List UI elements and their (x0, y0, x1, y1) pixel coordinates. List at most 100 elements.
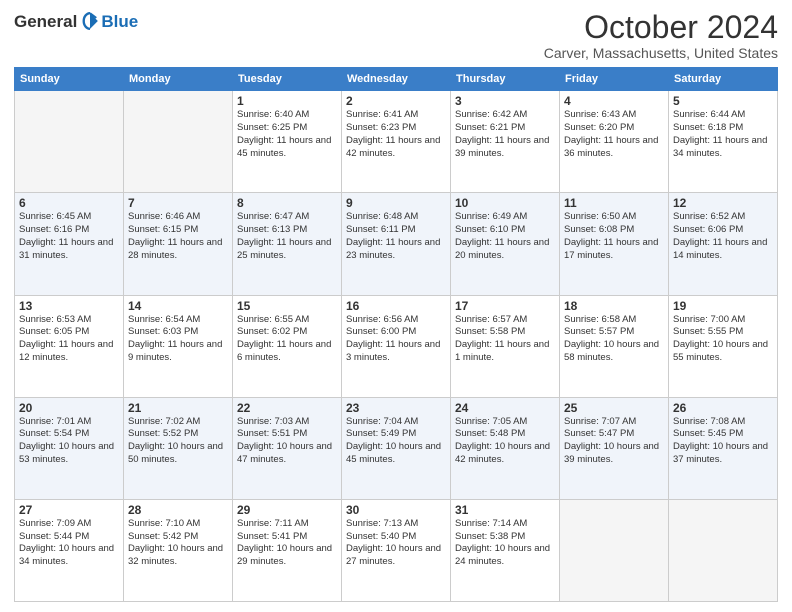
day-number: 15 (237, 299, 337, 313)
day-number: 24 (455, 401, 555, 415)
day-detail: Sunrise: 7:07 AMSunset: 5:47 PMDaylight:… (564, 416, 664, 467)
location: Carver, Massachusetts, United States (544, 45, 778, 61)
calendar-day-cell: 5Sunrise: 6:44 AMSunset: 6:18 PMDaylight… (669, 91, 778, 193)
day-detail: Sunrise: 7:00 AMSunset: 5:55 PMDaylight:… (673, 314, 773, 365)
day-number: 6 (19, 196, 119, 210)
calendar-day-cell: 10Sunrise: 6:49 AMSunset: 6:10 PMDayligh… (451, 193, 560, 295)
day-detail: Sunrise: 7:11 AMSunset: 5:41 PMDaylight:… (237, 518, 337, 569)
calendar-week-row: 13Sunrise: 6:53 AMSunset: 6:05 PMDayligh… (15, 295, 778, 397)
logo-area: General Blue (14, 10, 138, 32)
day-detail: Sunrise: 7:02 AMSunset: 5:52 PMDaylight:… (128, 416, 228, 467)
day-number: 20 (19, 401, 119, 415)
day-detail: Sunrise: 6:53 AMSunset: 6:05 PMDaylight:… (19, 314, 119, 365)
day-number: 17 (455, 299, 555, 313)
day-detail: Sunrise: 7:10 AMSunset: 5:42 PMDaylight:… (128, 518, 228, 569)
day-detail: Sunrise: 6:42 AMSunset: 6:21 PMDaylight:… (455, 109, 555, 160)
day-detail: Sunrise: 7:08 AMSunset: 5:45 PMDaylight:… (673, 416, 773, 467)
calendar-col-header: Monday (124, 68, 233, 91)
day-number: 8 (237, 196, 337, 210)
day-detail: Sunrise: 7:09 AMSunset: 5:44 PMDaylight:… (19, 518, 119, 569)
day-detail: Sunrise: 6:45 AMSunset: 6:16 PMDaylight:… (19, 211, 119, 262)
day-number: 16 (346, 299, 446, 313)
calendar-day-cell: 20Sunrise: 7:01 AMSunset: 5:54 PMDayligh… (15, 397, 124, 499)
day-detail: Sunrise: 7:03 AMSunset: 5:51 PMDaylight:… (237, 416, 337, 467)
page: General Blue October 2024 Carver, Massac… (0, 0, 792, 612)
calendar-day-cell: 11Sunrise: 6:50 AMSunset: 6:08 PMDayligh… (560, 193, 669, 295)
logo-general-text: General (14, 13, 77, 30)
calendar-day-cell: 16Sunrise: 6:56 AMSunset: 6:00 PMDayligh… (342, 295, 451, 397)
day-detail: Sunrise: 6:41 AMSunset: 6:23 PMDaylight:… (346, 109, 446, 160)
calendar-day-cell: 13Sunrise: 6:53 AMSunset: 6:05 PMDayligh… (15, 295, 124, 397)
calendar-day-cell: 29Sunrise: 7:11 AMSunset: 5:41 PMDayligh… (233, 499, 342, 601)
day-number: 1 (237, 94, 337, 108)
day-number: 18 (564, 299, 664, 313)
day-detail: Sunrise: 6:47 AMSunset: 6:13 PMDaylight:… (237, 211, 337, 262)
calendar-day-cell: 27Sunrise: 7:09 AMSunset: 5:44 PMDayligh… (15, 499, 124, 601)
day-detail: Sunrise: 7:14 AMSunset: 5:38 PMDaylight:… (455, 518, 555, 569)
day-number: 22 (237, 401, 337, 415)
calendar-day-cell (15, 91, 124, 193)
day-number: 13 (19, 299, 119, 313)
calendar-day-cell: 25Sunrise: 7:07 AMSunset: 5:47 PMDayligh… (560, 397, 669, 499)
calendar-col-header: Sunday (15, 68, 124, 91)
calendar-col-header: Wednesday (342, 68, 451, 91)
day-number: 5 (673, 94, 773, 108)
day-number: 4 (564, 94, 664, 108)
day-detail: Sunrise: 6:55 AMSunset: 6:02 PMDaylight:… (237, 314, 337, 365)
calendar-col-header: Tuesday (233, 68, 342, 91)
calendar-day-cell: 3Sunrise: 6:42 AMSunset: 6:21 PMDaylight… (451, 91, 560, 193)
title-area: October 2024 Carver, Massachusetts, Unit… (544, 10, 778, 61)
calendar-day-cell: 12Sunrise: 6:52 AMSunset: 6:06 PMDayligh… (669, 193, 778, 295)
month-title: October 2024 (544, 10, 778, 45)
day-number: 30 (346, 503, 446, 517)
calendar-day-cell: 4Sunrise: 6:43 AMSunset: 6:20 PMDaylight… (560, 91, 669, 193)
day-number: 12 (673, 196, 773, 210)
day-number: 14 (128, 299, 228, 313)
day-detail: Sunrise: 6:52 AMSunset: 6:06 PMDaylight:… (673, 211, 773, 262)
day-number: 28 (128, 503, 228, 517)
calendar-day-cell: 30Sunrise: 7:13 AMSunset: 5:40 PMDayligh… (342, 499, 451, 601)
day-number: 7 (128, 196, 228, 210)
calendar-day-cell (560, 499, 669, 601)
day-detail: Sunrise: 7:05 AMSunset: 5:48 PMDaylight:… (455, 416, 555, 467)
calendar-day-cell: 23Sunrise: 7:04 AMSunset: 5:49 PMDayligh… (342, 397, 451, 499)
logo-blue-text: Blue (101, 13, 138, 30)
day-number: 27 (19, 503, 119, 517)
day-detail: Sunrise: 7:13 AMSunset: 5:40 PMDaylight:… (346, 518, 446, 569)
calendar-day-cell (124, 91, 233, 193)
calendar-day-cell: 26Sunrise: 7:08 AMSunset: 5:45 PMDayligh… (669, 397, 778, 499)
calendar-day-cell: 8Sunrise: 6:47 AMSunset: 6:13 PMDaylight… (233, 193, 342, 295)
calendar-week-row: 20Sunrise: 7:01 AMSunset: 5:54 PMDayligh… (15, 397, 778, 499)
logo-icon (79, 10, 101, 32)
day-detail: Sunrise: 7:04 AMSunset: 5:49 PMDaylight:… (346, 416, 446, 467)
calendar-day-cell: 7Sunrise: 6:46 AMSunset: 6:15 PMDaylight… (124, 193, 233, 295)
day-number: 11 (564, 196, 664, 210)
calendar-day-cell: 9Sunrise: 6:48 AMSunset: 6:11 PMDaylight… (342, 193, 451, 295)
calendar-day-cell: 28Sunrise: 7:10 AMSunset: 5:42 PMDayligh… (124, 499, 233, 601)
day-number: 25 (564, 401, 664, 415)
day-number: 23 (346, 401, 446, 415)
calendar-day-cell (669, 499, 778, 601)
day-number: 21 (128, 401, 228, 415)
calendar-week-row: 1Sunrise: 6:40 AMSunset: 6:25 PMDaylight… (15, 91, 778, 193)
day-detail: Sunrise: 6:56 AMSunset: 6:00 PMDaylight:… (346, 314, 446, 365)
calendar-day-cell: 19Sunrise: 7:00 AMSunset: 5:55 PMDayligh… (669, 295, 778, 397)
day-detail: Sunrise: 6:46 AMSunset: 6:15 PMDaylight:… (128, 211, 228, 262)
day-number: 2 (346, 94, 446, 108)
logo: General Blue (14, 10, 138, 32)
day-detail: Sunrise: 7:01 AMSunset: 5:54 PMDaylight:… (19, 416, 119, 467)
calendar-week-row: 27Sunrise: 7:09 AMSunset: 5:44 PMDayligh… (15, 499, 778, 601)
calendar-day-cell: 21Sunrise: 7:02 AMSunset: 5:52 PMDayligh… (124, 397, 233, 499)
header: General Blue October 2024 Carver, Massac… (14, 10, 778, 61)
calendar-header-row: SundayMondayTuesdayWednesdayThursdayFrid… (15, 68, 778, 91)
day-number: 26 (673, 401, 773, 415)
calendar-table: SundayMondayTuesdayWednesdayThursdayFrid… (14, 67, 778, 602)
day-detail: Sunrise: 6:57 AMSunset: 5:58 PMDaylight:… (455, 314, 555, 365)
calendar-day-cell: 18Sunrise: 6:58 AMSunset: 5:57 PMDayligh… (560, 295, 669, 397)
calendar-day-cell: 14Sunrise: 6:54 AMSunset: 6:03 PMDayligh… (124, 295, 233, 397)
day-number: 29 (237, 503, 337, 517)
calendar-day-cell: 1Sunrise: 6:40 AMSunset: 6:25 PMDaylight… (233, 91, 342, 193)
calendar-col-header: Thursday (451, 68, 560, 91)
calendar-day-cell: 22Sunrise: 7:03 AMSunset: 5:51 PMDayligh… (233, 397, 342, 499)
calendar-col-header: Saturday (669, 68, 778, 91)
